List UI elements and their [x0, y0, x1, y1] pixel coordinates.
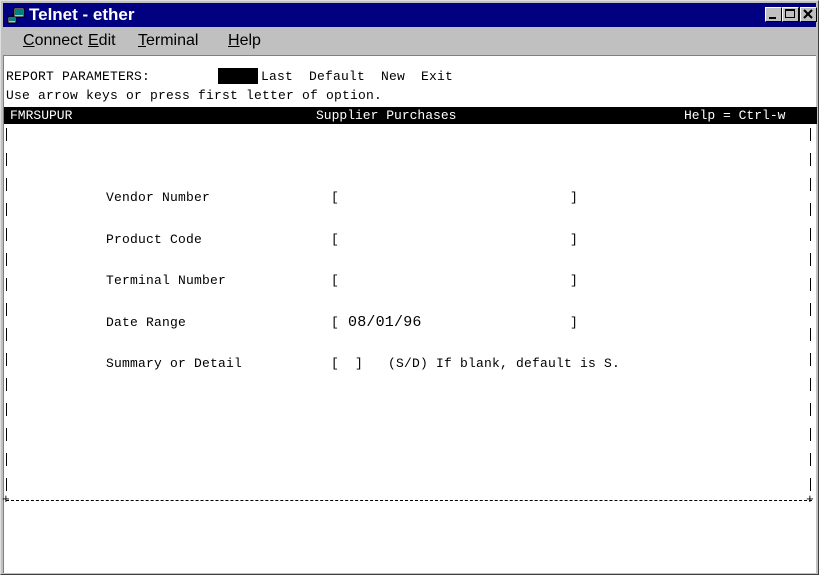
terminal-number-label: Terminal Number	[106, 273, 227, 288]
product-code-open-bracket: [	[331, 232, 340, 247]
frame-left-border	[6, 128, 7, 500]
maximize-button[interactable]	[782, 7, 799, 22]
menu-bar: Connect Edit Terminal Help	[3, 29, 816, 53]
window-title: Telnet - ether	[29, 5, 135, 24]
report-options[interactable]: Last Default New Exit	[261, 69, 453, 84]
frame-right-border	[810, 128, 811, 500]
terminal-screen[interactable]: REPORT PARAMETERS: Last Default New Exit…	[2, 55, 817, 573]
product-code-close-bracket: ]	[570, 232, 579, 247]
summary-detail-label: Summary or Detail	[106, 356, 243, 371]
close-button[interactable]	[800, 7, 817, 22]
menu-terminal[interactable]: Terminal	[138, 32, 198, 50]
title-bar[interactable]: Telnet - ether	[3, 3, 817, 27]
product-code-label: Product Code	[106, 232, 203, 247]
date-range-field[interactable]: 08/01/96	[348, 315, 422, 330]
close-icon	[803, 9, 813, 19]
menu-connect[interactable]: Connect	[23, 32, 83, 50]
frame-corner-left: +	[2, 492, 10, 507]
minimize-icon	[769, 17, 776, 19]
frame-bottom-border	[6, 500, 812, 501]
menu-help[interactable]: Help	[228, 32, 261, 50]
report-parameters-label: REPORT PARAMETERS:	[6, 69, 151, 84]
maximize-icon	[785, 9, 795, 18]
terminal-number-close-bracket: ]	[570, 273, 579, 288]
date-range-close-bracket: ]	[570, 315, 579, 330]
date-range-label: Date Range	[106, 315, 187, 330]
program-name: FMRSUPUR	[10, 108, 73, 123]
menu-edit[interactable]: Edit	[88, 32, 116, 50]
telnet-window: Telnet - ether Connect Edit Terminal Hel…	[0, 0, 819, 575]
vendor-number-close-bracket: ]	[570, 190, 579, 205]
summary-detail-hint: (S/D) If blank, default is S.	[388, 356, 621, 371]
date-range-open-bracket: [	[331, 315, 340, 330]
telnet-computer-icon[interactable]	[7, 6, 25, 24]
summary-detail-field[interactable]: [ ]	[331, 356, 363, 371]
vendor-number-label: Vendor Number	[106, 190, 211, 205]
help-hint: Help = Ctrl-w	[684, 108, 786, 123]
frame-corner-right: +	[806, 492, 814, 507]
terminal-number-open-bracket: [	[331, 273, 340, 288]
vendor-number-open-bracket: [	[331, 190, 340, 205]
instruction-text: Use arrow keys or press first letter of …	[6, 88, 383, 103]
screen-title: Supplier Purchases	[316, 108, 457, 123]
option-cursor	[218, 68, 258, 84]
minimize-button[interactable]	[765, 7, 782, 22]
